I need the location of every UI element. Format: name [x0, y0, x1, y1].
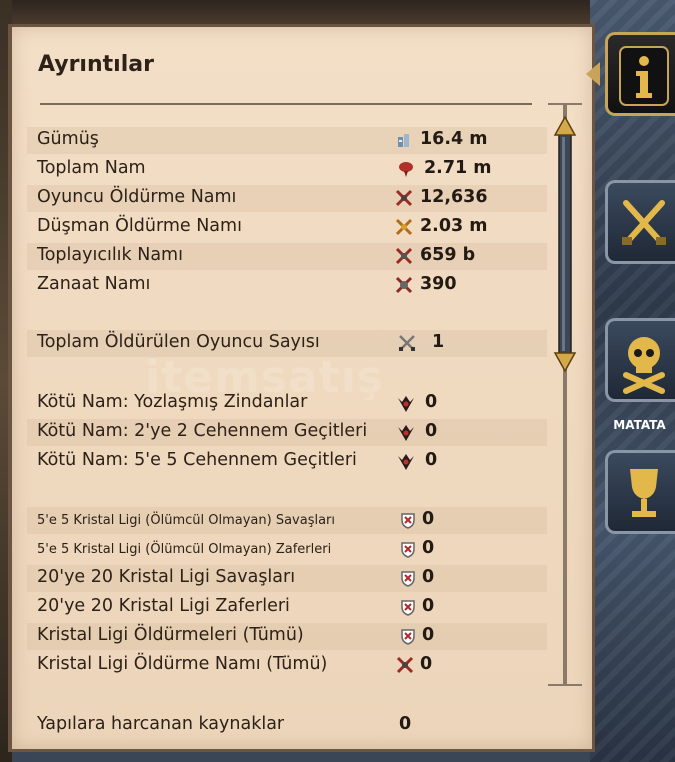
stat-label: Zanaat Namı	[37, 274, 151, 294]
stat-row: 20'ye 20 Kristal Ligi Savaşları 0	[27, 565, 547, 592]
stat-value: 0	[422, 625, 435, 645]
stat-label: 5'e 5 Kristal Ligi (Ölümcül Olmayan) Zaf…	[37, 542, 332, 557]
stat-label: Kötü Nam: Yozlaşmış Zindanlar	[37, 392, 308, 412]
pve-fame-icon	[395, 218, 413, 236]
stat-label: Düşman Öldürme Namı	[37, 216, 242, 236]
scroll-down-arrow-icon	[553, 352, 577, 373]
pvp-fame-icon	[395, 189, 413, 207]
stat-value: 0	[422, 596, 435, 616]
silver-icon	[398, 134, 409, 147]
stat-value: 2.71 m	[424, 158, 492, 178]
stat-value: 0	[425, 392, 438, 412]
stat-row: 5'e 5 Kristal Ligi (Ölümcül Olmayan) Sav…	[27, 507, 547, 534]
stat-row: Toplam Öldürülen Oyuncu Sayısı 1	[27, 330, 547, 357]
player-tag: MATATA	[604, 398, 675, 444]
stat-value: 16.4 m	[420, 129, 488, 149]
top-frame	[0, 0, 600, 24]
tab-combat[interactable]	[605, 180, 675, 264]
stat-label: Kristal Ligi Öldürme Namı (Tümü)	[37, 654, 328, 674]
tab-achievements[interactable]	[605, 450, 675, 534]
stat-row: Kristal Ligi Öldürmeleri (Tümü) 0	[27, 623, 547, 650]
active-tab-pointer	[586, 62, 600, 86]
stat-value: 0	[425, 450, 438, 470]
crystal-shield-icon	[401, 629, 415, 645]
stat-value: 0	[422, 538, 435, 558]
stat-row: Kötü Nam: Yozlaşmış Zindanlar 0	[27, 390, 547, 417]
stat-label: Yapılara harcanan kaynaklar	[37, 714, 285, 734]
stat-value: 0	[420, 654, 433, 674]
info-icon	[619, 46, 669, 106]
stat-value: 390	[420, 274, 457, 294]
stat-label: Oyuncu Öldürme Namı	[37, 187, 237, 207]
stat-value: 0	[399, 714, 412, 734]
crystal-shield-icon	[401, 542, 415, 558]
crafting-fame-icon	[395, 276, 413, 294]
stat-row: 5'e 5 Kristal Ligi (Ölümcül Olmayan) Zaf…	[27, 536, 547, 563]
crystal-shield-icon	[401, 513, 415, 529]
stat-value: 1	[432, 332, 445, 352]
stat-label: Kötü Nam: 5'e 5 Cehennem Geçitleri	[37, 450, 357, 470]
stat-row: Kötü Nam: 5'e 5 Cehennem Geçitleri 0	[27, 448, 547, 475]
tab-pvp[interactable]	[605, 318, 675, 402]
stat-row: Toplam Nam 2.71 m	[27, 156, 547, 183]
infamy-icon	[398, 425, 414, 441]
stat-label: 20'ye 20 Kristal Ligi Zaferleri	[37, 596, 290, 616]
stat-label: Gümüş	[37, 129, 99, 149]
stat-label: Kristal Ligi Öldürmeleri (Tümü)	[37, 625, 304, 645]
stat-value: 2.03 m	[420, 216, 488, 236]
page-title: Ayrıntılar	[38, 52, 154, 77]
pvp-fame-icon	[396, 656, 414, 674]
stat-value: 659 b	[420, 245, 476, 265]
crossed-swords-icon	[399, 335, 415, 351]
stat-label: 5'e 5 Kristal Ligi (Ölümcül Olmayan) Sav…	[37, 513, 336, 528]
stat-row: Zanaat Namı 390	[27, 272, 547, 299]
stat-label: Kötü Nam: 2'ye 2 Cehennem Geçitleri	[37, 421, 368, 441]
stat-row: 20'ye 20 Kristal Ligi Zaferleri 0	[27, 594, 547, 621]
crossed-swords-icon	[622, 200, 666, 245]
stat-label: 20'ye 20 Kristal Ligi Savaşları	[37, 567, 296, 587]
stat-row: Kötü Nam: 2'ye 2 Cehennem Geçitleri 0	[27, 419, 547, 446]
stat-value: 0	[422, 567, 435, 587]
stat-label: Toplam Öldürülen Oyuncu Sayısı	[37, 332, 320, 352]
crystal-shield-icon	[401, 571, 415, 587]
stat-row: Toplayıcılık Namı 659 b	[27, 243, 547, 270]
fame-icon	[399, 162, 413, 177]
player-name: MATATA	[613, 418, 666, 432]
stat-row: Yapılara harcanan kaynaklar 0	[27, 712, 547, 739]
scrollbar-bottom-cap	[548, 684, 582, 686]
stat-label: Toplayıcılık Namı	[37, 245, 183, 265]
scroll-up-arrow-icon	[553, 115, 577, 136]
tab-info[interactable]	[605, 32, 675, 116]
scrollbar-thumb[interactable]	[553, 115, 577, 373]
gathering-fame-icon	[395, 247, 413, 265]
infamy-icon	[398, 454, 414, 470]
stat-label: Toplam Nam	[37, 158, 146, 178]
title-divider	[40, 103, 532, 105]
infamy-icon	[398, 396, 414, 412]
goblet-icon	[630, 469, 658, 517]
stat-value: 0	[422, 509, 435, 529]
stat-value: 0	[425, 421, 438, 441]
stat-row: Oyuncu Öldürme Namı 12,636	[27, 185, 547, 212]
stat-row: Gümüş 16.4 m	[27, 127, 547, 154]
skull-crossbones-icon	[623, 337, 665, 394]
crystal-shield-icon	[401, 600, 415, 616]
stat-row: Kristal Ligi Öldürme Namı (Tümü) 0	[27, 652, 547, 679]
stat-value: 12,636	[420, 187, 488, 207]
stat-row: Düşman Öldürme Namı 2.03 m	[27, 214, 547, 241]
